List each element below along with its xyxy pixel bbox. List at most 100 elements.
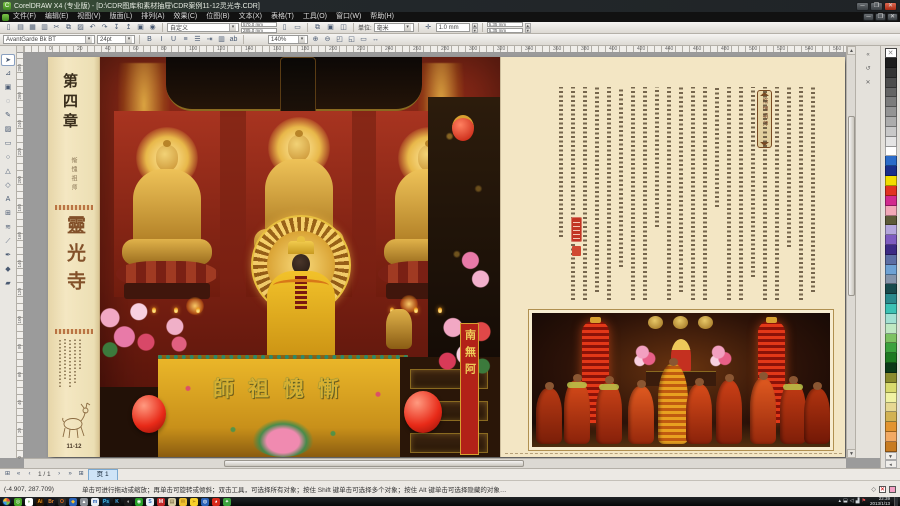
menu-视图[interactable]: 视图(V) xyxy=(73,12,104,22)
palette-expand[interactable]: ◂ xyxy=(885,460,897,468)
doc-restore-button[interactable]: ❐ xyxy=(875,13,886,21)
taskbar-app-qq[interactable]: ◖ xyxy=(124,498,132,506)
horizontal-scrollbar[interactable] xyxy=(24,458,846,468)
color-swatch[interactable] xyxy=(885,363,897,373)
paste-icon[interactable]: ▨ xyxy=(75,23,86,33)
menu-窗口[interactable]: 窗口(W) xyxy=(332,12,365,22)
taskbar-app-coreldraw[interactable]: ◗ xyxy=(25,498,33,506)
taskbar-app-photoshop[interactable]: Ps xyxy=(102,498,110,506)
indent-button[interactable]: ⇥ xyxy=(204,35,215,45)
vscroll-thumb[interactable] xyxy=(848,116,855,296)
taskbar-app-sogou[interactable]: S xyxy=(146,498,154,506)
all-pages-button[interactable]: ⧉ xyxy=(312,23,323,33)
save-icon[interactable]: ▦ xyxy=(27,23,38,33)
eyedropper-tool[interactable]: ⟋ xyxy=(1,236,15,248)
tray-volume-icon[interactable]: ◁ xyxy=(850,497,854,506)
menu-文本[interactable]: 文本(X) xyxy=(235,12,266,22)
page-tab[interactable]: 页 1 xyxy=(88,469,118,480)
palette-scroll-down[interactable]: ▼ xyxy=(885,452,897,460)
color-swatch[interactable] xyxy=(885,97,897,107)
taskbar-app-green-app[interactable]: ✦ xyxy=(223,498,231,506)
page-preset-combo[interactable]: 自定义▾ xyxy=(167,23,239,32)
color-swatch[interactable] xyxy=(885,196,897,206)
start-button[interactable] xyxy=(2,497,11,506)
open-icon[interactable]: ▤ xyxy=(15,23,26,33)
no-color-swatch[interactable]: ✕ xyxy=(885,48,897,58)
menu-帮助[interactable]: 帮助(H) xyxy=(366,12,398,22)
color-swatch[interactable] xyxy=(885,383,897,393)
minimize-button[interactable]: ─ xyxy=(856,2,869,11)
paper-width-field[interactable]: 570.0 mm xyxy=(241,22,277,27)
doc-close-button[interactable]: ✕ xyxy=(887,13,898,21)
color-swatch[interactable] xyxy=(885,166,897,176)
color-swatch[interactable] xyxy=(885,304,897,314)
color-swatch[interactable] xyxy=(885,275,897,285)
columns-button[interactable]: ▥ xyxy=(216,35,227,45)
crop-tool[interactable]: ▣ xyxy=(1,82,15,94)
copy-icon[interactable]: ⧉ xyxy=(63,23,74,33)
show-desktop-button[interactable] xyxy=(894,497,898,506)
title-bar[interactable]: C CorelDRAW X4 (专业版) - [D:\CDR图库和素材抽屉\CD… xyxy=(0,0,900,12)
landscape-button[interactable]: ▭ xyxy=(292,23,303,33)
color-swatch[interactable] xyxy=(885,225,897,235)
underline-button[interactable]: U xyxy=(168,35,179,45)
color-swatch[interactable] xyxy=(885,284,897,294)
smart-fill-tool[interactable]: ▨ xyxy=(1,124,15,136)
color-swatch[interactable] xyxy=(885,255,897,265)
taskbar-app-media-app[interactable]: ◆ xyxy=(69,498,77,506)
page-options-icon[interactable]: ⊞ xyxy=(3,470,12,479)
color-swatch[interactable] xyxy=(885,265,897,275)
bold-button[interactable]: B xyxy=(144,35,155,45)
export-icon[interactable]: ↥ xyxy=(123,23,134,33)
taskbar-app-thunder[interactable]: ➢ xyxy=(190,498,198,506)
zoom-tool[interactable]: ◌ xyxy=(1,96,15,108)
bullet-list-button[interactable]: ☰ xyxy=(192,35,203,45)
taskbar-app-maxthon[interactable]: M xyxy=(157,498,165,506)
color-swatch[interactable] xyxy=(885,393,897,403)
horizontal-ruler[interactable]: 0204060801001201401601802002202402602803… xyxy=(24,46,846,53)
color-swatch[interactable] xyxy=(885,235,897,245)
duplicate-y-field[interactable]: 6.35 mm xyxy=(487,28,523,33)
color-swatch[interactable] xyxy=(885,403,897,413)
prev-page-button[interactable]: ‹ xyxy=(25,470,34,479)
taskbar-app-browser-green[interactable]: ◉ xyxy=(135,498,143,506)
taskbar-app-office[interactable]: O xyxy=(58,498,66,506)
color-swatch[interactable] xyxy=(885,334,897,344)
ruler-origin-corner[interactable] xyxy=(17,46,24,53)
print-icon[interactable]: ▥ xyxy=(39,23,50,33)
tray-monitor-icon[interactable]: ⬓ xyxy=(843,497,848,506)
color-swatch[interactable] xyxy=(885,68,897,78)
corel-online-icon[interactable]: ◉ xyxy=(147,23,158,33)
color-swatch[interactable] xyxy=(885,206,897,216)
taskbar-app-netease[interactable]: ◕ xyxy=(212,498,220,506)
color-swatch[interactable] xyxy=(885,324,897,334)
tray-hidden-icons-icon[interactable]: ▴ xyxy=(839,497,842,506)
menu-效果[interactable]: 效果(C) xyxy=(170,12,202,22)
doc-minimize-button[interactable]: ─ xyxy=(863,13,874,21)
page-spread[interactable]: 第四章 惭愧祖师 靈光寺 xyxy=(48,57,845,457)
italic-button[interactable]: I xyxy=(156,35,167,45)
taskbar-app-mail[interactable]: ✉ xyxy=(179,498,187,506)
monks-photo[interactable] xyxy=(532,313,830,447)
color-swatch[interactable] xyxy=(885,58,897,68)
color-swatch[interactable] xyxy=(885,147,897,157)
color-swatch[interactable] xyxy=(885,176,897,186)
undo-icon[interactable]: ↶ xyxy=(87,23,98,33)
color-swatch[interactable] xyxy=(885,127,897,137)
drawing-canvas[interactable]: 第四章 惭愧祖师 靈光寺 xyxy=(24,53,846,458)
nudge-spinner[interactable]: ▲▼ xyxy=(472,23,478,32)
docker-icon[interactable]: ✕ xyxy=(863,78,874,88)
color-swatch[interactable] xyxy=(885,137,897,147)
taskbar-app-photo-viewer[interactable]: ▲ xyxy=(80,498,88,506)
text-tool[interactable]: A xyxy=(1,194,15,206)
color-swatch[interactable] xyxy=(885,117,897,127)
import-icon[interactable]: ↧ xyxy=(111,23,122,33)
taskbar-clock[interactable]: 22:39 2013/1/13 xyxy=(868,497,892,506)
taskbar-app-illustrator[interactable]: Ai xyxy=(36,498,44,506)
color-swatch[interactable] xyxy=(885,432,897,442)
vertical-ruler[interactable]: 280260240220200180160140120100806040200 xyxy=(17,53,24,458)
color-swatch[interactable] xyxy=(885,353,897,363)
color-swatch[interactable] xyxy=(885,245,897,255)
zoom-page-button[interactable]: ▭ xyxy=(358,35,369,45)
rectangle-tool[interactable]: ▭ xyxy=(1,138,15,150)
